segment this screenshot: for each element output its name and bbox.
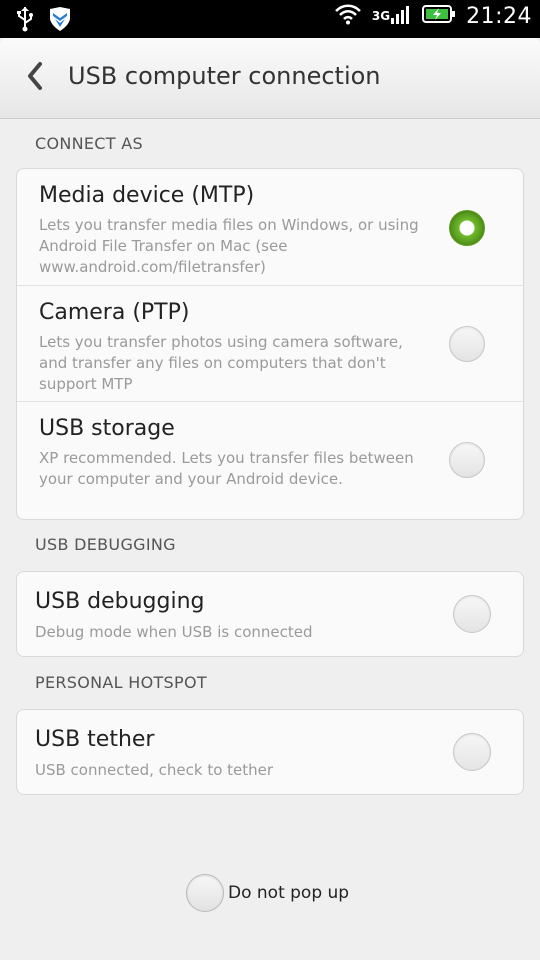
usb-tether-description: USB connected, check to tether	[35, 761, 274, 779]
section-label-connect-as: CONNECT AS	[35, 134, 143, 153]
shield-app-icon	[48, 6, 72, 36]
option-description: XP recommended. Lets you transfer files …	[39, 449, 414, 488]
usb-debugging-row[interactable]: USB debugging Debug mode when USB is con…	[17, 572, 523, 656]
usb-tether-checkbox[interactable]	[453, 733, 491, 771]
connection-option-ptp[interactable]: Camera (PTP) Lets you transfer photos us…	[17, 286, 523, 402]
option-description: Lets you transfer media files on Windows…	[39, 216, 419, 276]
do-not-popup-label: Do not pop up	[228, 883, 350, 903]
usb-debugging-checkbox[interactable]	[453, 595, 491, 633]
action-bar: USB computer connection	[0, 38, 540, 119]
section-label-personal-hotspot: PERSONAL HOTSPOT	[35, 673, 207, 692]
connect-as-card: Media device (MTP) Lets you transfer med…	[16, 168, 524, 520]
option-title: Media device (MTP)	[39, 183, 255, 208]
section-label-usb-debugging: USB DEBUGGING	[35, 535, 176, 554]
chevron-left-icon	[25, 61, 45, 95]
wifi-icon	[334, 3, 362, 29]
usb-tether-title: USB tether	[35, 727, 155, 752]
status-bar: 3G 21:24	[0, 0, 540, 38]
clock: 21:24	[466, 3, 532, 29]
personal-hotspot-card: USB tether USB connected, check to tethe…	[16, 709, 524, 795]
usb-icon	[16, 6, 34, 36]
screen: 3G 21:24 USB computer connection CONNECT…	[0, 0, 540, 960]
back-button[interactable]	[20, 60, 50, 96]
page-title: USB computer connection	[68, 62, 381, 90]
do-not-popup-checkbox[interactable]	[186, 874, 224, 912]
ptp-radio[interactable]	[449, 326, 485, 362]
signal-icon	[390, 3, 412, 29]
connection-option-usb-storage[interactable]: USB storage XP recommended. Lets you tra…	[17, 402, 523, 518]
network-type: 3G	[371, 9, 391, 23]
option-title: Camera (PTP)	[39, 300, 190, 325]
usb-tether-row[interactable]: USB tether USB connected, check to tethe…	[17, 710, 523, 794]
usb-debugging-card: USB debugging Debug mode when USB is con…	[16, 571, 524, 657]
do-not-popup-option[interactable]: Do not pop up	[186, 874, 349, 912]
usb-debugging-title: USB debugging	[35, 589, 205, 614]
status-bar-left	[16, 6, 72, 36]
option-title: USB storage	[39, 416, 175, 441]
battery-charging-icon	[422, 4, 456, 28]
status-bar-right: 3G 21:24	[334, 3, 532, 29]
usb-storage-radio[interactable]	[449, 442, 485, 478]
usb-debugging-description: Debug mode when USB is connected	[35, 623, 313, 641]
option-description: Lets you transfer photos using camera so…	[39, 333, 403, 393]
connection-option-mtp[interactable]: Media device (MTP) Lets you transfer med…	[17, 169, 523, 286]
mtp-radio[interactable]	[449, 210, 485, 246]
